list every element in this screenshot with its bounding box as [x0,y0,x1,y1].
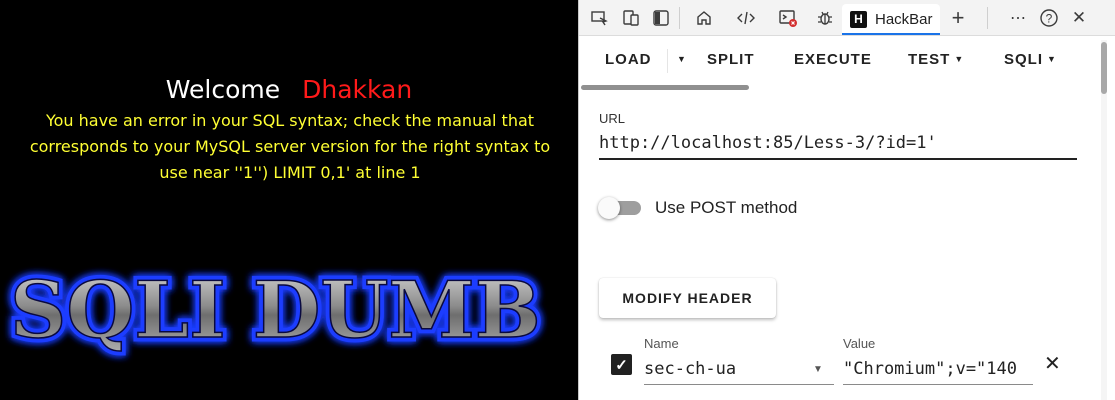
more-options-icon[interactable]: ⋯ [1006,6,1030,30]
chevron-down-icon: ▼ [954,54,965,64]
sqli-menu[interactable]: SQLI ▼ [1004,51,1057,68]
sqli-dumb-banner: SQLI DUMB SQLI DUMB [6,261,546,361]
sql-error-message: You have an error in your SQL syntax; ch… [29,111,551,182]
url-label: URL [599,111,626,126]
debug-bug-icon[interactable] [813,6,837,30]
devtools-panel: H HackBar + ⋯ ? ✕ LOAD ▼ SPLIT EXECUTE T… [578,0,1115,400]
devtools-toolbar: H HackBar + ⋯ ? ✕ [579,0,1115,36]
welcome-text: Welcome [165,75,281,104]
add-tab-icon[interactable]: + [946,5,970,30]
toolbar-divider [679,7,680,29]
modify-header-button[interactable]: MODIFY HEADER [599,278,776,318]
chevron-down-icon: ▼ [1047,54,1057,64]
chevron-down-icon[interactable]: ▼ [813,364,823,375]
svg-text:?: ? [1046,12,1053,26]
horizontal-scrollbar[interactable] [581,85,749,90]
load-dropdown-icon[interactable]: ▼ [673,51,687,68]
dock-sidebar-icon[interactable] [649,6,673,30]
active-tab-indicator [842,33,940,35]
header-value-underline [843,384,1033,385]
vertical-scrollbar[interactable] [1101,42,1107,94]
hackbar-menu: LOAD ▼ SPLIT EXECUTE TEST ▼ SQLI ▼ [579,37,1115,85]
close-devtools-icon[interactable]: ✕ [1067,6,1091,30]
post-method-toggle-knob[interactable] [598,197,620,219]
banner-text: SQLI DUMB [10,265,541,356]
welcome-line: Welcome Dhakkan [0,72,578,108]
tab-hackbar[interactable]: H HackBar [842,4,940,34]
help-icon[interactable]: ? [1037,6,1061,30]
header-value-label: Value [843,336,876,351]
execute-button[interactable]: EXECUTE [794,51,872,68]
test-menu-label: TEST [908,51,951,68]
tab-hackbar-label: HackBar [875,10,933,28]
menu-divider [667,49,668,73]
load-button[interactable]: LOAD [605,51,652,68]
elements-code-icon[interactable] [734,6,758,30]
header-name-select[interactable]: sec-ch-ua [644,359,736,379]
sqli-page: Welcome Dhakkan You have an error in your… [0,0,578,400]
header-value-input[interactable]: "Chromium";v="140 [843,359,1033,379]
hackbar-logo-icon: H [850,10,867,28]
vertical-scrollbar-track [1101,40,1107,400]
toolbar-divider [987,7,988,29]
header-name-underline [644,384,834,385]
test-menu[interactable]: TEST ▼ [908,51,964,68]
header-name-label: Name [644,336,679,351]
post-method-label: Use POST method [655,198,798,217]
welcome-home-icon[interactable] [692,6,716,30]
device-emulation-icon[interactable] [619,6,643,30]
url-input-underline [599,158,1077,160]
username-text: Dhakkan [302,75,413,104]
header-enabled-checkbox[interactable]: ✓ [611,354,632,375]
inspect-element-icon[interactable] [587,6,611,30]
url-input[interactable]: http://localhost:85/Less-3/?id=1' [599,133,1077,153]
remove-header-icon[interactable]: ✕ [1044,351,1061,376]
split-button[interactable]: SPLIT [707,51,755,68]
console-icon[interactable] [776,6,800,30]
sqli-menu-label: SQLI [1004,51,1044,68]
